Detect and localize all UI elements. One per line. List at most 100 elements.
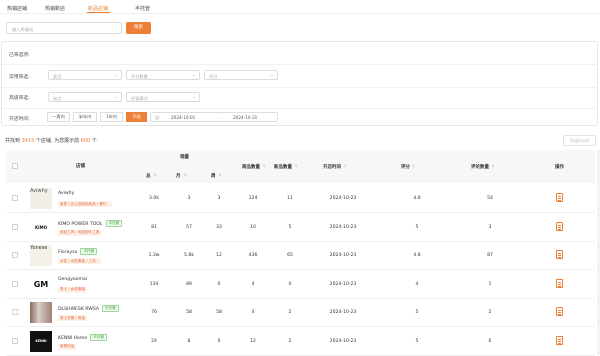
detail-icon[interactable] [556, 335, 563, 345]
col-action: 操作 [555, 165, 564, 170]
cell-opened: 2024-10-23 [329, 338, 357, 344]
open-time-label: 开店时间: [9, 117, 30, 122]
row-checkbox[interactable] [12, 337, 18, 344]
selected-filters-label: 已筛选项: [9, 53, 30, 58]
col-sales-month[interactable]: 月 [176, 173, 181, 179]
search-input[interactable]: 输入关键词 [6, 22, 122, 34]
table-row[interactable]: GM Gengyaomai 男士 / 女性服装 134 89 0 4 0 2024-10-23 4… [6, 271, 595, 299]
advanced-filters-label: 高级筛选: [9, 96, 30, 101]
sort-icon[interactable]: ⇅ [184, 173, 187, 177]
cell-week: 12 [216, 253, 222, 258]
sort-icon[interactable]: ⇅ [219, 173, 222, 177]
common-filters-label: 常用筛选: [9, 75, 30, 80]
cell-opened: 2024-10-23 [329, 310, 357, 315]
time-one-year-button[interactable]: 1年内 [100, 112, 123, 122]
row-checkbox[interactable] [12, 195, 18, 201]
row-checkbox[interactable] [12, 252, 18, 258]
sort-icon[interactable]: ⇅ [344, 164, 347, 168]
found-count: 3415 [21, 138, 35, 144]
date-range-picker[interactable]: 自 2024-10-01 - 2024-10-31 [150, 112, 278, 122]
date-end-input[interactable]: 2024-10-31 [233, 115, 257, 120]
semi-managed-badge: 半托管 [105, 219, 123, 227]
site-select[interactable]: 站点 ⌄ [48, 92, 122, 102]
review-count-select[interactable]: 评分数量 ⌄ [126, 70, 200, 80]
shop-logo[interactable]: Yonese [30, 245, 52, 266]
hosting-mode-select[interactable]: 托管模式 ⌄ [126, 92, 200, 102]
sort-icon[interactable]: ⇅ [492, 164, 495, 168]
row-checkbox[interactable] [12, 223, 18, 230]
row-checkbox[interactable] [12, 280, 18, 287]
tab-hot-new-shops[interactable]: 热销新店 [45, 5, 65, 12]
detail-icon[interactable] [556, 278, 563, 288]
sort-icon[interactable]: ⇅ [154, 173, 157, 177]
cell-total: 81 [151, 224, 157, 230]
shop-name-text[interactable]: Floraysu [58, 250, 77, 255]
shop-logo[interactable]: GM [30, 273, 52, 295]
chevron-down-icon: ⌄ [191, 72, 196, 78]
detail-icon[interactable] [556, 193, 563, 202]
shop-name[interactable]: Aviwhy [58, 191, 74, 196]
table-row[interactable]: KENNI HomeKENNI Home半托管家居用品24801222024-1… [6, 328, 595, 356]
chevron-down-icon: ⌄ [113, 72, 118, 78]
category-tag: 家居 / 办公及收纳用品 / 餐厅... [58, 201, 112, 207]
col-open-time[interactable]: 开店时间 [323, 164, 341, 170]
search-button[interactable]: 搜索 [126, 22, 151, 34]
col-reviews[interactable]: 评论数量 [471, 164, 489, 170]
cell-month: 57 [186, 224, 192, 230]
shop-name-text[interactable]: KIMO POWER TOOL [58, 222, 103, 227]
cell-products: 124 [248, 196, 258, 201]
detail-icon[interactable] [556, 250, 563, 259]
time-half-year-button[interactable]: 半年内 [73, 112, 97, 122]
shop-name[interactable]: Gengyaomai [58, 277, 87, 282]
score-select[interactable]: 评分 ⌄ [204, 70, 278, 80]
table-row[interactable]: KIMO KIMO POWER TOOL 半托管 电钻工具 / 电钻配件工具 81 57 3… [6, 214, 595, 242]
time-unlimited-button[interactable]: 不限 [126, 112, 147, 122]
table-row[interactable]: DLSHWESK RWSA 半托管 男士衣服 / 男装 76 58 58 4 2 2024-10… [6, 299, 595, 327]
sort-icon[interactable]: ⇅ [412, 164, 415, 168]
col-score[interactable]: 评分 [401, 164, 410, 170]
table-row[interactable]: Yonese Floraysu 半托管 女性 / 女性服装 / 上衣... 1.3w 5.… [6, 242, 595, 270]
detail-icon[interactable] [556, 307, 563, 316]
shop-name[interactable]: KIMO POWER TOOL 半托管 [58, 219, 123, 227]
date-start-input[interactable]: 2024-10-01 [171, 115, 195, 120]
cell-score: 5 [415, 224, 419, 230]
category-select[interactable]: 类目 ⌄ [48, 70, 122, 80]
col-sales-week[interactable]: 周 [211, 173, 216, 179]
cell-month: 8 [187, 338, 191, 344]
row-checkbox[interactable] [12, 309, 18, 315]
detail-icon[interactable] [556, 221, 563, 231]
shop-name[interactable]: KENNI Home 半托管 [58, 333, 107, 341]
sort-icon[interactable]: ⇅ [263, 164, 266, 168]
shop-logo[interactable]: KENNI Home [30, 330, 52, 352]
cell-week: 33 [216, 224, 222, 230]
table-row[interactable]: Aviwhy Aviwhy 家居 / 办公及收纳用品 / 餐厅... 3.0k 3 3 12… [6, 185, 595, 213]
shop-logo[interactable]: Aviwhy [30, 188, 52, 209]
sort-icon[interactable]: ⇅ [295, 164, 298, 168]
cell-products: 436 [248, 253, 258, 258]
cell-reviews: 6 [488, 338, 492, 344]
cell-week: 58 [216, 310, 222, 315]
shop-name-text[interactable]: DLSHWESK RWSA [58, 307, 99, 312]
shop-logo[interactable]: KIMO [30, 216, 52, 238]
shop-name-text[interactable]: Aviwhy [58, 191, 74, 196]
shop-name-text[interactable]: KENNI Home [58, 336, 87, 341]
col-products[interactable]: 商品数量 [242, 164, 260, 170]
col-new-products[interactable]: 新品数量 [274, 164, 292, 170]
select-all-checkbox[interactable] [12, 163, 18, 169]
tab-hot-shops[interactable]: 热销店铺 [7, 5, 27, 12]
category-select-text: 类目 [53, 73, 62, 79]
cell-week: 3 [217, 196, 221, 201]
tab-new-product-shops[interactable]: 新品店铺 [88, 5, 108, 12]
shop-name-text[interactable]: Gengyaomai [58, 277, 87, 282]
cell-reviews: 3 [488, 224, 492, 230]
col-sales-total[interactable]: 总 [146, 173, 151, 179]
shop-name[interactable]: Floraysu 半托管 [58, 248, 98, 255]
tab-semi-managed[interactable]: 半托管 [135, 5, 150, 12]
shop-name[interactable]: DLSHWESK RWSA 半托管 [58, 305, 119, 312]
review-count-select-text: 评分数量 [131, 73, 148, 79]
category-tag: 女性 / 女性服装 / 上衣... [58, 258, 102, 264]
summary-mid: 个店铺, 为您展示前 [34, 138, 81, 144]
export-excel-button[interactable]: 导出Excel [563, 135, 596, 146]
shop-logo[interactable] [30, 302, 52, 323]
time-one-week-button[interactable]: 一周内 [47, 112, 70, 122]
